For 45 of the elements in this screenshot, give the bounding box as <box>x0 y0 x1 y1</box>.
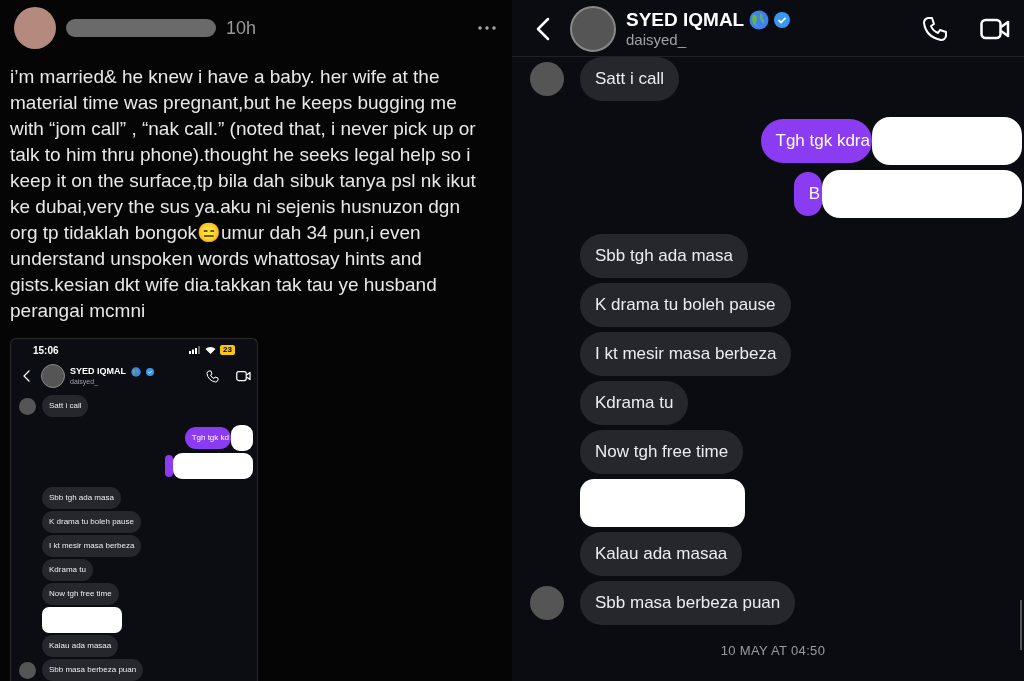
globe-icon <box>749 10 770 30</box>
contact-name[interactable]: SYED IQMAL <box>70 366 126 377</box>
message-bubble: Sbb masa berbeza puan <box>42 659 144 681</box>
back-icon[interactable] <box>23 370 30 382</box>
avatar-placeholder <box>14 7 56 49</box>
more-icon[interactable] <box>478 26 496 30</box>
back-icon[interactable] <box>536 17 550 41</box>
message-bubble: Kalau ada masaa <box>42 635 119 657</box>
globe-icon <box>131 366 141 377</box>
verified-badge-icon <box>774 12 791 28</box>
video-camera-icon[interactable] <box>980 17 1010 41</box>
verified-badge-icon <box>146 367 154 376</box>
message-bubble <box>165 455 173 477</box>
battery-indicator: 23 <box>220 345 235 355</box>
message-bubble: Tgh tgk kd <box>184 427 231 449</box>
contact-name[interactable]: SYED IQMAL <box>626 9 745 31</box>
message-bubble: Now tgh free time <box>42 583 119 605</box>
avatar-placeholder[interactable] <box>41 364 65 388</box>
message-bubble: I kt mesir masa berbeza <box>580 332 792 376</box>
message-bubble: Now tgh free time <box>580 430 744 474</box>
message-bubble: Sbb tgh ada masa <box>580 234 748 278</box>
message-bubble: I kt mesir masa berbeza <box>42 535 142 557</box>
message-bubble: Satt i call <box>580 57 679 101</box>
phone-icon[interactable] <box>922 16 948 42</box>
wifi-icon <box>205 346 217 354</box>
message-bubble: Sbb masa berbeza puan <box>580 581 796 625</box>
message-bubble: Kdrama tu <box>580 381 689 425</box>
message-bubble: K drama tu boleh pause <box>580 283 791 327</box>
message-bubble: K drama tu boleh pause <box>42 511 141 533</box>
avatar-placeholder[interactable] <box>570 6 616 52</box>
post-time: 10h <box>226 16 257 40</box>
chat-timestamp: 10 MAY AT 04:50 <box>720 642 826 660</box>
message-bubble: Sbb tgh ada masa <box>42 487 121 509</box>
message-bubble: Kalau ada masaa <box>580 532 743 576</box>
message-bubble: Satt i call <box>42 395 89 417</box>
post-text: i’m married& he knew i have a baby. her wife at the material time was pregnant,but he keeps bugging me with “jom call” , “nak call.” (noted that, i never pick up or talk to him thru phone).thought he seeks legal help so i keep it on the surface,tp bila dah sibuk tanya psl nk ikut ke dubai,very the sus ya.aku ni sejenis husnuzon dgn org tp tidaklah bongok😑umur dah 34 pun,i even understand unspoken words whattosay hints and gists.kesian dkt wife dia.takkan tak tau ye husband perangai mcmni <box>9 65 477 323</box>
message-bubble: Tgh tgk kdra <box>760 119 872 163</box>
status-time: 15:06 <box>33 343 59 358</box>
scrollbar <box>1020 600 1022 650</box>
message-bubble: Kdrama tu <box>42 559 93 581</box>
signal-icon <box>189 346 202 354</box>
message-bubble: B <box>793 172 822 216</box>
video-camera-icon[interactable] <box>236 370 251 382</box>
phone-icon[interactable] <box>206 369 219 383</box>
contact-handle: daisyed_ <box>626 31 688 49</box>
